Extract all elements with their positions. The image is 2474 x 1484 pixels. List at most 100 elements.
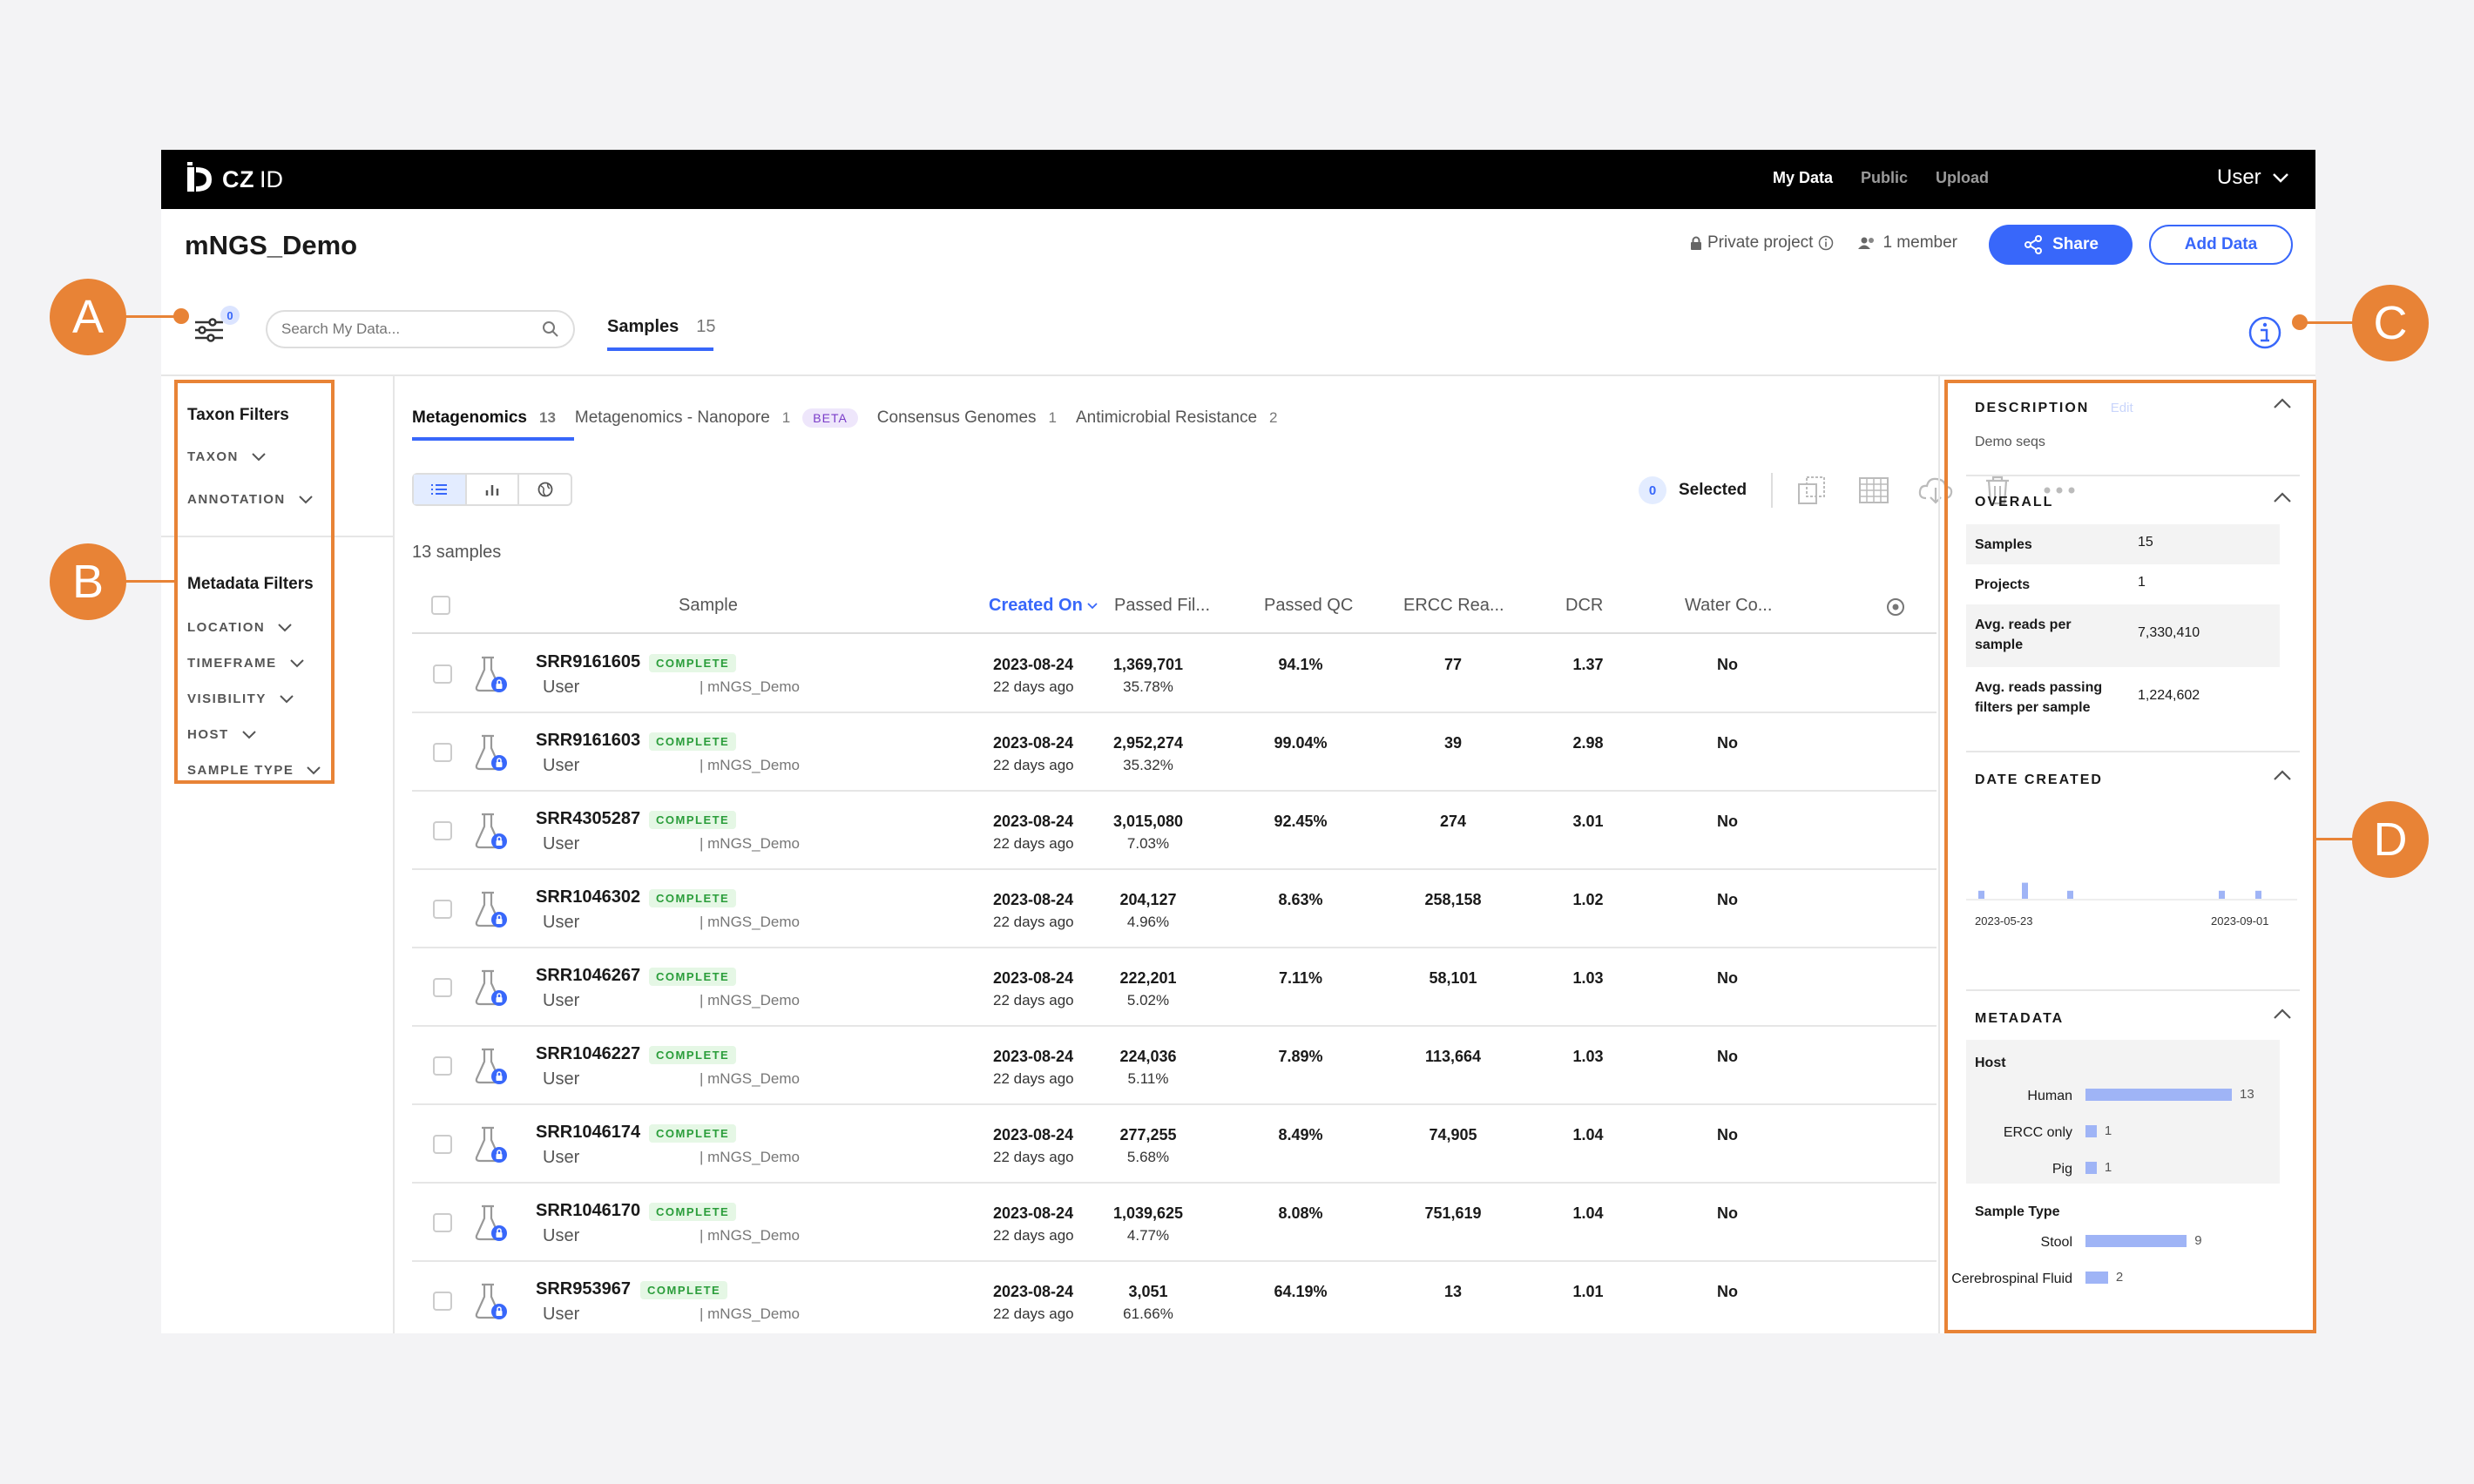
passed-filters-value: 1,039,625 <box>1112 1204 1184 1222</box>
nav-links: My Data Public Upload <box>1773 169 1989 187</box>
sample-project: | mNGS_Demo <box>700 1305 800 1322</box>
row-checkbox[interactable] <box>433 821 452 840</box>
workflow-tab-underline <box>412 437 574 441</box>
table-row[interactable]: SRR1046302 COMPLETE User | mNGS_Demo 2023-08… <box>412 870 1937 948</box>
row-checkbox[interactable] <box>433 1292 452 1311</box>
created-date: 2023-08-24 <box>993 813 1074 830</box>
project-meta: Private project 1 member <box>1690 233 1957 253</box>
passed-filters-value: 3,051 <box>1128 1283 1168 1300</box>
table-row[interactable]: SRR9161605 COMPLETE User | mNGS_Demo 2023-08… <box>412 635 1937 713</box>
sample-name[interactable]: SRR4305287 <box>536 809 640 829</box>
chevron-down-icon <box>2272 173 2288 183</box>
column-settings-icon[interactable] <box>1886 597 1905 617</box>
tab-metagenomics[interactable]: Metagenomics 13 <box>412 408 556 428</box>
bulk-heatmap-button[interactable] <box>1854 470 1894 510</box>
sample-project: | mNGS_Demo <box>700 1227 800 1244</box>
czid-logo[interactable]: CZ ID <box>184 159 283 200</box>
created-relative: 22 days ago <box>993 1227 1074 1244</box>
tab-metagenomics-nanopore[interactable]: Metagenomics - Nanopore 1 BETA <box>575 408 858 428</box>
table-row[interactable]: SRR9161603 COMPLETE User | mNGS_Demo 2023-08… <box>412 713 1937 792</box>
logo-cz-text: CZ <box>222 165 254 192</box>
sample-name[interactable]: SRR1046302 <box>536 887 640 907</box>
project-title: mNGS_Demo <box>185 230 358 260</box>
row-checkbox[interactable] <box>433 664 452 684</box>
sample-name[interactable]: SRR1046227 <box>536 1044 640 1064</box>
passed-filters-percent: 5.02% <box>1126 992 1170 1008</box>
header-passed-qc[interactable]: Passed QC <box>1264 596 1353 616</box>
row-checkbox[interactable] <box>433 1135 452 1154</box>
water-control-value: No <box>1717 734 1738 752</box>
table-row[interactable]: SRR1046227 COMPLETE User | mNGS_Demo 2023-08… <box>412 1027 1937 1105</box>
tab-consensus-genomes[interactable]: Consensus Genomes 1 <box>877 408 1057 428</box>
sample-flask-lock-icon <box>473 1281 510 1321</box>
callout-highlight-d <box>1944 380 2316 1333</box>
passed-qc-value: 64.19% <box>1274 1283 1328 1300</box>
header-ercc-reads[interactable]: ERCC Rea... <box>1403 596 1504 616</box>
search-box[interactable] <box>266 310 575 348</box>
passed-qc-value: 7.11% <box>1278 969 1323 987</box>
share-icon <box>2024 235 2043 254</box>
callout-line-b <box>125 580 176 583</box>
nav-my-data[interactable]: My Data <box>1773 169 1833 187</box>
passed-filters-value: 222,201 <box>1119 969 1177 987</box>
row-checkbox[interactable] <box>433 743 452 762</box>
header-passed-filters[interactable]: Passed Fil... <box>1114 596 1210 616</box>
bulk-copy-button[interactable] <box>1792 470 1832 510</box>
table-row[interactable]: SRR1046170 COMPLETE User | mNGS_Demo 2023-08… <box>412 1184 1937 1262</box>
created-relative: 22 days ago <box>993 992 1074 1008</box>
passed-qc-value: 8.08% <box>1278 1204 1323 1222</box>
created-relative: 22 days ago <box>993 1149 1074 1165</box>
heatmap-view-button[interactable] <box>467 475 520 504</box>
list-icon <box>431 484 448 495</box>
sample-flask-lock-icon <box>473 968 510 1008</box>
header-sample[interactable]: Sample <box>679 596 738 616</box>
ercc-reads-value: 39 <box>1443 734 1463 752</box>
info-icon[interactable] <box>1818 235 1834 251</box>
user-menu[interactable]: User <box>2217 165 2289 190</box>
tab-label: Consensus Genomes <box>876 408 1037 427</box>
search-input[interactable] <box>281 320 517 338</box>
water-control-value: No <box>1717 1204 1738 1222</box>
sample-project: | mNGS_Demo <box>700 678 800 695</box>
passed-filters-percent: 35.32% <box>1123 757 1173 773</box>
row-checkbox[interactable] <box>433 978 452 997</box>
tab-antimicrobial-resistance[interactable]: Antimicrobial Resistance 2 <box>1076 408 1278 428</box>
header-water-control[interactable]: Water Co... <box>1685 596 1772 616</box>
header-created-on[interactable]: Created On <box>989 596 1098 616</box>
ercc-reads-value: 77 <box>1443 656 1463 673</box>
privacy-indicator[interactable]: Private project <box>1690 233 1834 253</box>
list-view-button[interactable] <box>414 475 467 504</box>
row-checkbox[interactable] <box>433 1056 452 1076</box>
dcr-value: 1.04 <box>1572 1126 1604 1143</box>
tab-samples[interactable]: Samples 15 <box>607 317 716 337</box>
sample-name[interactable]: SRR9161605 <box>536 652 640 672</box>
select-all-checkbox[interactable] <box>431 596 450 615</box>
lock-icon <box>1691 236 1701 250</box>
share-button[interactable]: Share <box>1989 225 2133 265</box>
row-checkbox[interactable] <box>433 1213 452 1232</box>
table-row[interactable]: SRR4305287 COMPLETE User | mNGS_Demo 2023-08… <box>412 792 1937 870</box>
sample-name[interactable]: SRR1046170 <box>536 1201 640 1221</box>
users-icon <box>1858 237 1875 249</box>
dcr-value: 1.03 <box>1572 969 1604 987</box>
sample-owner: User <box>543 1069 580 1089</box>
map-view-button[interactable] <box>519 475 571 504</box>
nav-public[interactable]: Public <box>1861 169 1908 187</box>
toggle-info-panel-button[interactable] <box>2248 315 2282 350</box>
created-date: 2023-08-24 <box>993 891 1074 908</box>
members-indicator[interactable]: 1 member <box>1858 233 1957 253</box>
table-row[interactable]: SRR953967 COMPLETE User | mNGS_Demo 2023-08-… <box>412 1262 1937 1333</box>
water-control-value: No <box>1717 1126 1738 1143</box>
add-data-button[interactable]: Add Data <box>2149 225 2293 265</box>
row-checkbox[interactable] <box>433 900 452 919</box>
table-row[interactable]: SRR1046174 COMPLETE User | mNGS_Demo 2023-08… <box>412 1105 1937 1184</box>
tab-samples-underline <box>607 347 713 351</box>
sample-name[interactable]: SRR9161603 <box>536 731 640 751</box>
sample-name[interactable]: SRR1046174 <box>536 1123 640 1143</box>
sample-name[interactable]: SRR1046267 <box>536 966 640 986</box>
sample-name[interactable]: SRR953967 <box>536 1279 631 1299</box>
nav-upload[interactable]: Upload <box>1936 169 1989 187</box>
created-date: 2023-08-24 <box>993 1204 1074 1222</box>
header-dcr[interactable]: DCR <box>1565 596 1603 616</box>
table-row[interactable]: SRR1046267 COMPLETE User | mNGS_Demo 2023-08… <box>412 948 1937 1027</box>
